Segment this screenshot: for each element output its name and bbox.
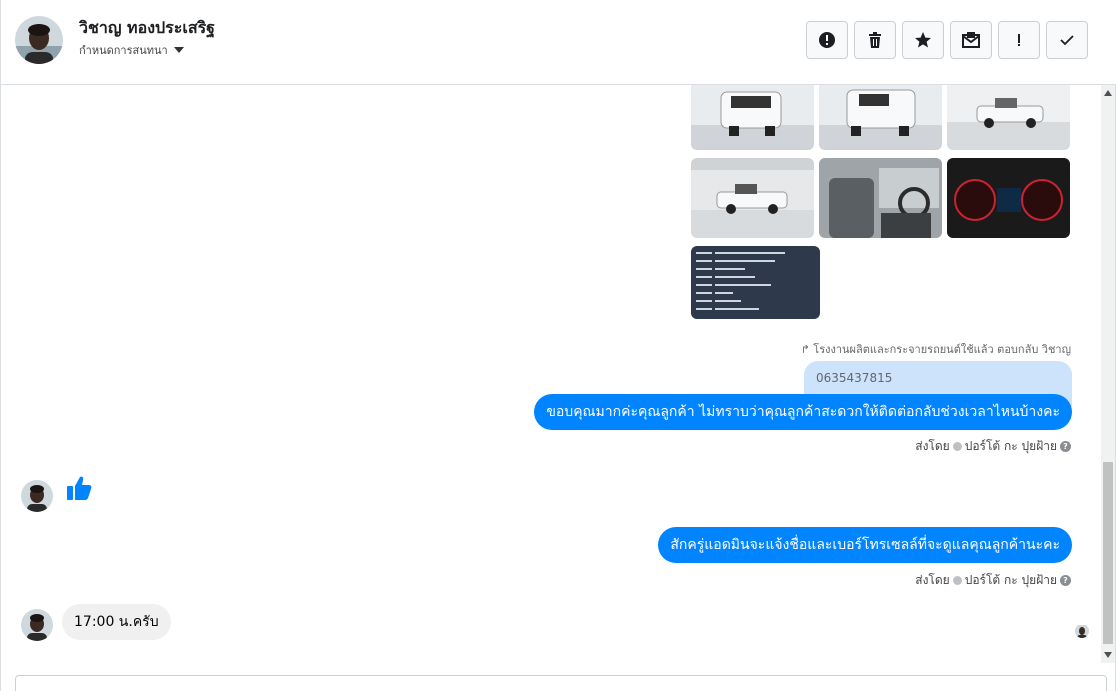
car-photo-dashboard[interactable]	[947, 158, 1070, 238]
spam-icon	[819, 32, 835, 48]
contact-name[interactable]: วิชาญ ทองประเสริฐ	[79, 16, 215, 41]
reply-metadata-text: โรงงานผลิตและกระจายรถยนต์ใช้แล้ว ตอบกลับ…	[813, 343, 1071, 356]
star-icon	[915, 32, 931, 48]
header-actions	[806, 21, 1088, 59]
seen-receipt-avatar	[1075, 624, 1089, 638]
thumbs-up-icon	[67, 476, 92, 500]
outgoing-message[interactable]: ขอบคุณมากค่ะคุณลูกค้า ไม่ทราบว่าคุณลูกค้…	[534, 394, 1072, 430]
mark-done-button[interactable]	[1046, 21, 1088, 59]
caret-down-icon	[173, 47, 184, 53]
conversation-header: วิชาญ ทองประเสริฐ กำหนดการสนทนา	[1, 0, 1116, 85]
sent-by-line: ส่งโดย ปอร์โต้ กะ ปุยฝ้าย ?	[915, 571, 1071, 590]
car-photo-interior[interactable]	[819, 158, 942, 238]
mark-unread-button[interactable]	[950, 21, 992, 59]
scrollbar-thumb[interactable]	[1103, 462, 1113, 644]
sent-by-name[interactable]: ปอร์โต้ กะ ปุยฝ้าย	[965, 437, 1057, 456]
outgoing-message[interactable]: สักครู่แอดมินจะแจ้งชื่อและเบอร์โทรเซลล์ท…	[658, 527, 1072, 563]
follow-up-button[interactable]	[998, 21, 1040, 59]
scroll-down-arrow-icon[interactable]	[1104, 652, 1112, 658]
help-icon[interactable]: ?	[1060, 575, 1071, 586]
thumbs-up-reaction[interactable]	[65, 474, 93, 506]
sent-by-label: ส่งโดย	[915, 573, 950, 587]
conversation-schedule-label: กำหนดการสนทนา	[79, 44, 168, 57]
checkmark-icon	[1060, 35, 1074, 46]
message-composer[interactable]	[15, 675, 1107, 691]
incoming-message[interactable]: 17:00 น.ครับ	[62, 604, 171, 640]
sent-by-name[interactable]: ปอร์โต้ กะ ปุยฝ้าย	[965, 571, 1057, 590]
reply-metadata: ↱ โรงงานผลิตและกระจายรถยนต์ใช้แล้ว ตอบกล…	[801, 340, 1071, 358]
reply-arrow-icon: ↱	[800, 343, 810, 356]
thread-scrollbar[interactable]	[1101, 85, 1115, 663]
trash-icon	[869, 32, 881, 48]
car-photo-rear-angle[interactable]	[819, 85, 942, 150]
car-photo-side[interactable]	[947, 85, 1070, 150]
conversation-schedule[interactable]: กำหนดการสนทนา	[79, 41, 184, 59]
sent-by-label: ส่งโดย	[915, 439, 950, 453]
contact-avatar-small[interactable]	[21, 480, 53, 512]
mark-unread-icon	[962, 32, 980, 48]
delete-button[interactable]	[854, 21, 896, 59]
contact-avatar[interactable]	[15, 16, 63, 64]
help-icon[interactable]: ?	[1060, 441, 1071, 452]
messenger-conversation: วิชาญ ทองประเสริฐ กำหนดการสนทนา ↱ โรงงาน…	[0, 0, 1116, 691]
exclamation-icon	[1018, 34, 1020, 46]
star-button[interactable]	[902, 21, 944, 59]
car-photo-side-full[interactable]	[691, 158, 814, 238]
sent-by-line: ส่งโดย ปอร์โต้ กะ ปุยฝ้าย ?	[915, 437, 1071, 456]
spam-button[interactable]	[806, 21, 848, 59]
car-spec-sheet[interactable]	[691, 246, 820, 319]
page-icon	[952, 576, 962, 585]
page-icon	[952, 442, 962, 451]
scroll-up-arrow-icon[interactable]	[1104, 90, 1112, 96]
car-photo-rear[interactable]	[691, 85, 814, 150]
message-thread[interactable]: ↱ โรงงานผลิตและกระจายรถยนต์ใช้แล้ว ตอบกล…	[1, 85, 1101, 663]
contact-avatar-small[interactable]	[21, 609, 53, 641]
